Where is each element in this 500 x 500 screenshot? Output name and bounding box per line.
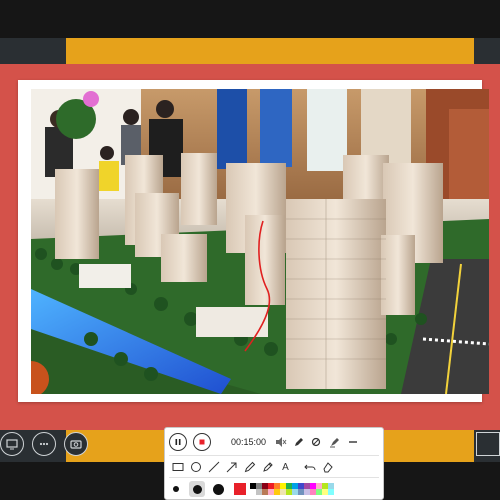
clear-icon[interactable] [321,460,334,474]
stroke-large-button[interactable] [213,483,224,495]
undo-icon[interactable] [303,460,316,474]
screen: 00:15:00 A [0,0,500,500]
rectangle-tool-icon[interactable] [171,460,184,474]
pencil-tool-icon[interactable] [243,460,256,474]
line-tool-icon[interactable] [207,460,220,474]
more-options-icon[interactable] [32,432,56,456]
share-screen-icon[interactable] [0,432,24,456]
recording-timer: 00:15:00 [231,437,267,447]
arrow-tool-icon[interactable] [225,460,238,474]
eraser-clear-icon[interactable] [310,436,323,449]
selected-color-swatch[interactable] [234,483,246,495]
marker-tool-icon[interactable] [261,460,274,474]
pause-icon[interactable] [169,433,187,451]
stroke-small-button[interactable] [173,486,179,492]
ellipse-tool-icon[interactable] [189,460,202,474]
toolbar-row-controls: 00:15:00 [165,430,383,454]
model-photo [31,89,489,394]
stroke-medium-button[interactable] [189,481,205,497]
participant-icon[interactable] [476,432,500,456]
color-palette [250,483,334,495]
slide-top-accent [66,38,474,64]
toolbar-row-style [165,478,383,500]
slide-bottom-red-band [0,402,500,430]
highlighter-icon[interactable] [328,436,341,449]
mute-icon[interactable] [274,436,287,449]
palette-color-swatch[interactable] [328,489,334,495]
text-tool-icon[interactable]: A [279,460,292,474]
toolbar-row-tools: A [165,456,383,478]
minimize-icon[interactable] [346,436,359,449]
pen-icon[interactable] [292,436,305,449]
annotation-toolbar: 00:15:00 A [164,427,384,500]
camera-switch-icon[interactable] [64,432,88,456]
stop-record-icon[interactable] [193,433,211,451]
meeting-controls [0,432,88,456]
